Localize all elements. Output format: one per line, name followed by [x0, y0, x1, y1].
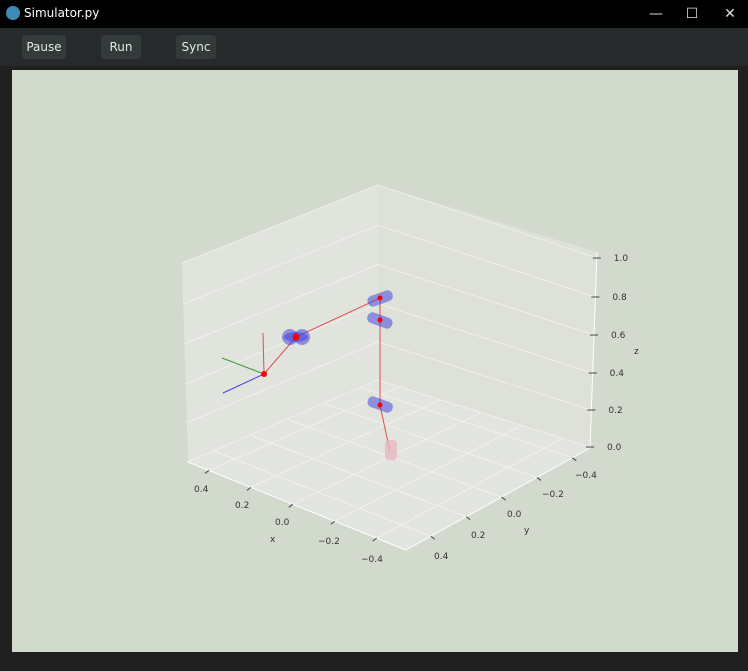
x-tick	[330, 520, 336, 525]
z-tick-label: 0.0	[607, 443, 622, 453]
run-button[interactable]: Run	[101, 35, 141, 59]
joint-center	[377, 317, 383, 323]
joint-center	[377, 295, 383, 301]
end-effector	[261, 371, 267, 377]
y-tick-label: −0.2	[542, 490, 564, 500]
y-tick	[572, 457, 577, 462]
toolbar: Pause Run Sync	[0, 28, 748, 66]
maximize-button[interactable]: ☐	[672, 2, 712, 26]
y-tick	[430, 535, 436, 540]
x-tick-label: −0.4	[361, 555, 383, 565]
z-tick-label: 0.8	[612, 293, 627, 303]
x-tick	[372, 537, 377, 542]
y-tick-label: −0.4	[575, 471, 597, 481]
minimize-button[interactable]: —	[636, 2, 676, 26]
z-tick-label: 0.6	[611, 331, 626, 341]
x-tick-label: 0.2	[235, 501, 249, 511]
joint-center	[292, 333, 300, 341]
z-axis-label: z	[634, 347, 639, 357]
x-tick-label: −0.2	[318, 537, 340, 547]
y-tick	[536, 477, 542, 481]
y-tick	[465, 516, 471, 521]
x-tick-label: 0.0	[275, 518, 290, 528]
base-cylinder	[385, 440, 397, 460]
y-tick-label: 0.2	[471, 531, 485, 541]
joint-center	[377, 402, 383, 408]
robot-arm-3d-view[interactable]: 1.0 0.8 0.6 0.4 0.2 0.0 0.4 0.2 0.0 −0.2 −0.4 −0.4 −…	[12, 70, 738, 652]
y-axis-label: y	[524, 526, 530, 536]
x-tick	[204, 470, 210, 474]
window-title: Simulator.py	[24, 6, 100, 20]
pause-button[interactable]: Pause	[22, 35, 66, 59]
3d-plot[interactable]: 1.0 0.8 0.6 0.4 0.2 0.0 0.4 0.2 0.0 −0.2 −0.4 −0.4 −…	[12, 70, 738, 652]
sync-button[interactable]: Sync	[176, 35, 216, 59]
app-icon	[6, 6, 20, 20]
z-tick-label: 0.4	[610, 369, 625, 379]
close-button[interactable]: ✕	[710, 2, 748, 26]
y-tick	[501, 496, 506, 501]
x-tick	[288, 503, 294, 508]
title-bar: Simulator.py — ☐ ✕	[0, 0, 748, 28]
x-tick-label: 0.4	[194, 485, 209, 495]
x-tick	[246, 486, 252, 491]
x-axis-label: x	[270, 535, 276, 545]
y-tick-label: 0.0	[507, 510, 522, 520]
z-tick-label: 0.2	[608, 406, 622, 416]
y-tick-label: 0.4	[434, 552, 449, 562]
z-tick-label: 1.0	[614, 254, 629, 264]
